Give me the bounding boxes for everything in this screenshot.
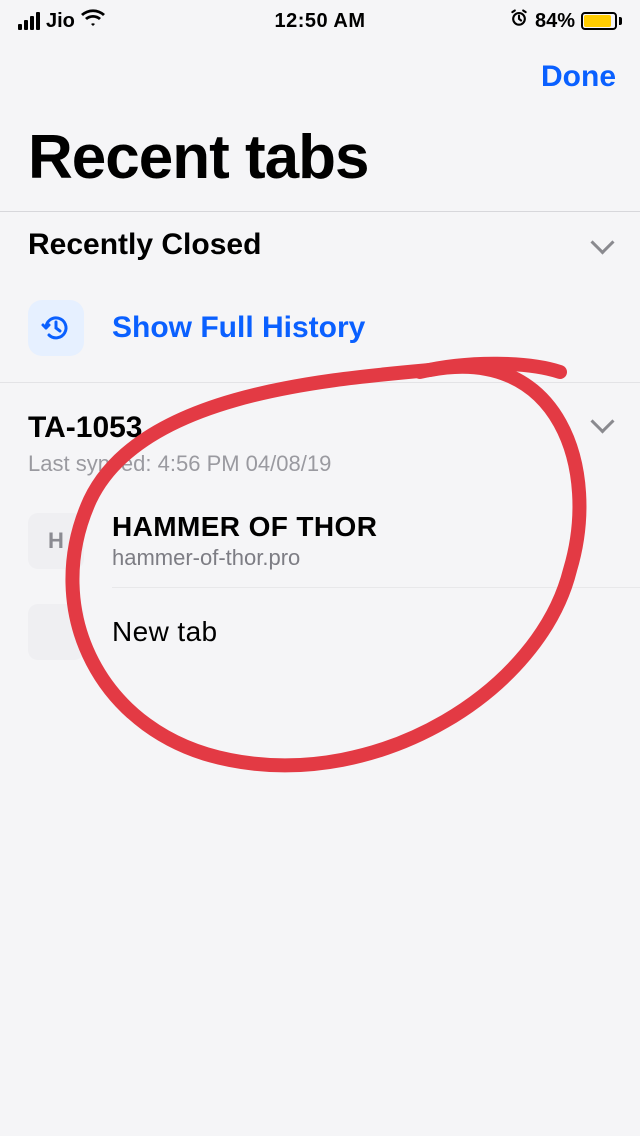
status-bar: Jio 12:50 AM 84% — [0, 0, 640, 42]
device-last-synced: Last synced: 4:56 PM 04/08/19 — [0, 451, 640, 495]
favicon-blank-icon — [28, 604, 84, 660]
battery-percent-label: 84% — [535, 10, 575, 33]
tab-title: New tab — [112, 616, 218, 648]
history-icon — [28, 300, 84, 356]
battery-icon — [581, 12, 622, 30]
device-name: TA-1053 — [28, 411, 143, 445]
alarm-icon — [509, 8, 529, 34]
nav-bar: Done — [0, 42, 640, 98]
section-title: Recently Closed — [28, 228, 261, 262]
carrier-label: Jio — [46, 10, 75, 33]
page-title: Recent tabs — [0, 98, 640, 211]
clock-label: 12:50 AM — [274, 10, 365, 33]
done-button[interactable]: Done — [541, 60, 616, 94]
favicon-letter-icon: H — [28, 513, 84, 569]
synced-tab-row[interactable]: New tab — [0, 588, 640, 676]
synced-tab-row[interactable]: H HAMMER OF THOR hammer-of-thor.pro — [0, 495, 640, 587]
chevron-down-icon — [590, 232, 616, 258]
chevron-down-icon — [590, 411, 616, 437]
show-full-history-row[interactable]: Show Full History — [0, 280, 640, 382]
show-full-history-label: Show Full History — [112, 311, 365, 345]
section-recently-closed[interactable]: Recently Closed — [0, 211, 640, 280]
wifi-icon — [81, 9, 105, 33]
cellular-signal-icon — [18, 12, 40, 30]
tab-title: HAMMER OF THOR — [112, 511, 377, 543]
tab-url: hammer-of-thor.pro — [112, 545, 377, 571]
section-device[interactable]: TA-1053 — [0, 383, 640, 451]
